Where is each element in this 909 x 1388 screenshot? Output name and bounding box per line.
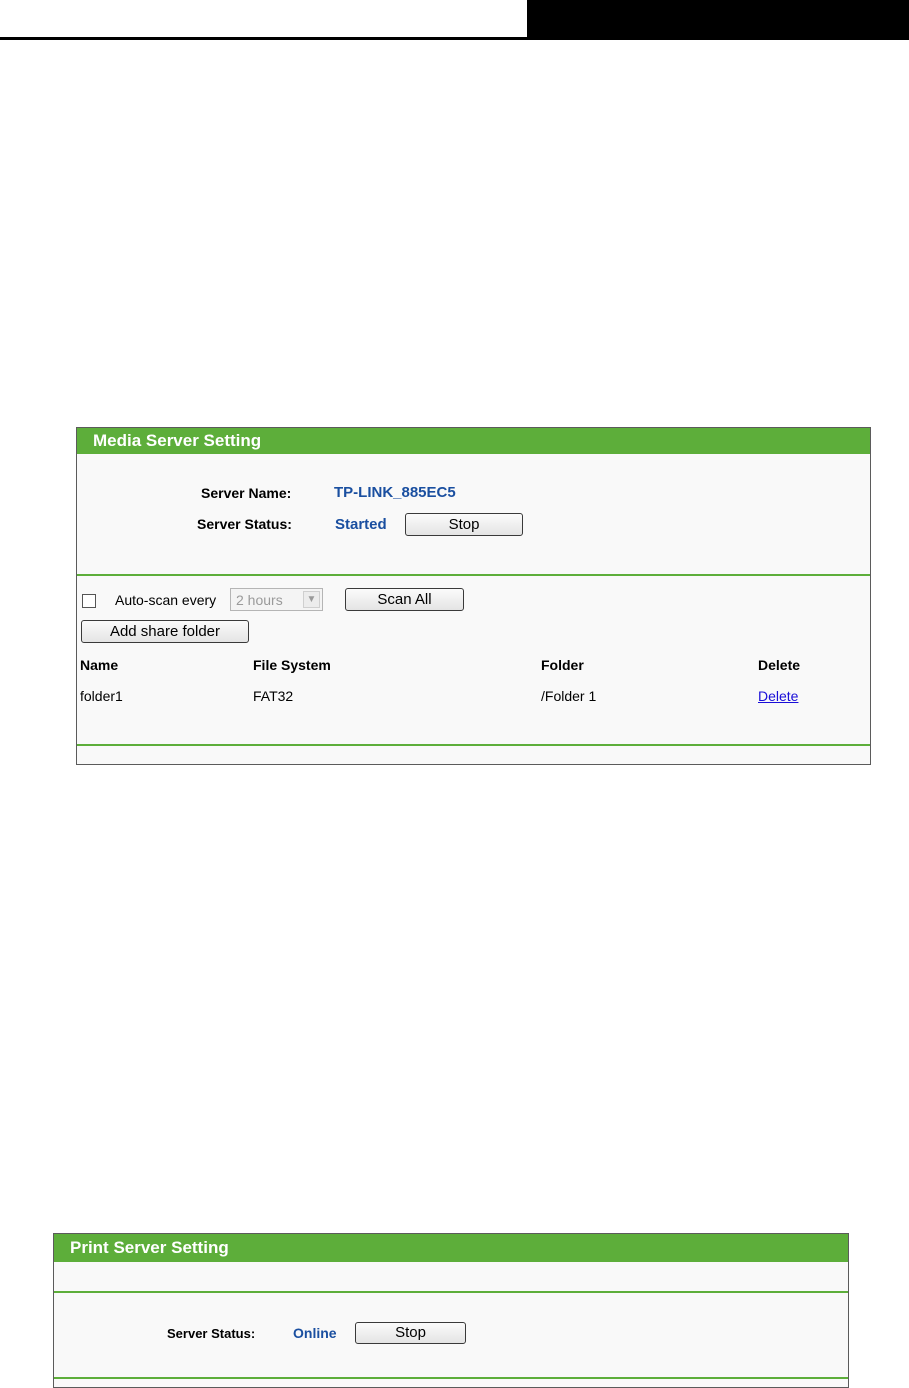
server-name-label: Server Name: [201, 485, 292, 501]
print-server-title: Print Server Setting [54, 1234, 848, 1262]
media-server-title: Media Server Setting [77, 428, 870, 454]
auto-scan-interval-select[interactable]: 2 hours ▼ [230, 588, 323, 611]
auto-scan-interval-value: 2 hours [236, 592, 283, 608]
print-section-divider [54, 1291, 848, 1293]
table-header-folder: Folder [541, 657, 584, 673]
page-header-block [527, 0, 909, 38]
server-status-label: Server Status: [197, 516, 292, 532]
media-section-divider [77, 574, 870, 576]
table-header-delete: Delete [758, 657, 801, 673]
print-server-status-label: Server Status: [167, 1326, 256, 1341]
add-share-folder-button[interactable]: Add share folder [81, 620, 249, 643]
row-folder: /Folder 1 [541, 688, 597, 704]
table-header-file-system: File System [253, 657, 331, 673]
scan-all-button[interactable]: Scan All [345, 588, 464, 611]
chevron-down-icon: ▼ [303, 591, 320, 608]
print-stop-button[interactable]: Stop [355, 1322, 466, 1344]
row-name: folder1 [80, 688, 123, 704]
media-bottom-divider [77, 744, 870, 746]
media-stop-button[interactable]: Stop [405, 513, 523, 536]
server-name-value: TP-LINK_885EC5 [334, 484, 456, 501]
row-file-system: FAT32 [253, 688, 294, 704]
media-server-panel: Media Server Setting Server Name: TP-LIN… [76, 427, 871, 765]
row-delete-link[interactable]: Delete [758, 688, 798, 704]
print-server-panel: Print Server Setting Server Status: Onli… [53, 1233, 849, 1388]
auto-scan-label: Auto-scan every [115, 592, 217, 608]
auto-scan-checkbox[interactable] [82, 594, 96, 608]
print-server-status-value: Online [293, 1325, 337, 1341]
table-header-name: Name [80, 657, 119, 673]
server-status-value: Started [335, 516, 387, 533]
print-bottom-divider [54, 1377, 848, 1379]
